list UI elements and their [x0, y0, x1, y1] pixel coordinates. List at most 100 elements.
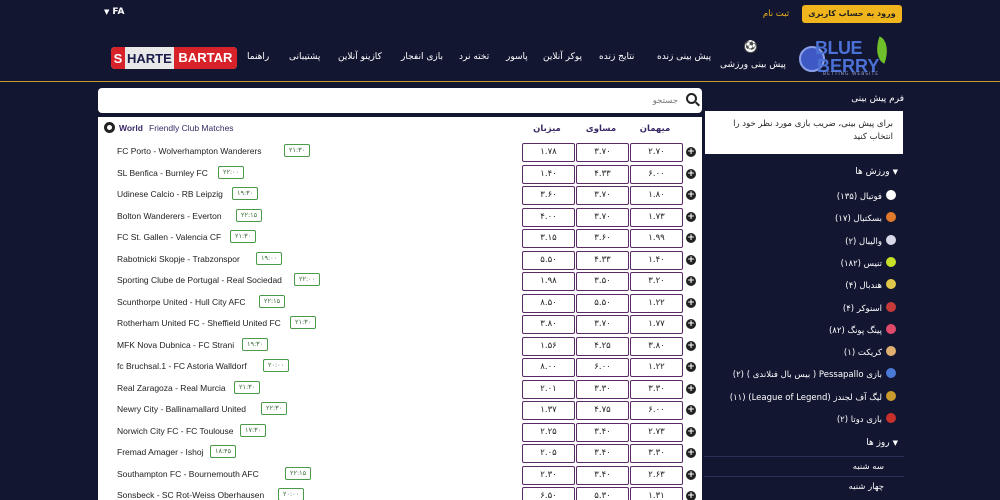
more-odds-icon[interactable]: + — [686, 362, 696, 372]
odds-home-button[interactable]: ۱.۸۰ — [630, 186, 683, 205]
sharte-bartar-logo[interactable]: S HARTE BARTAR — [111, 47, 237, 69]
odds-away-button[interactable]: ۵.۵۰ — [522, 250, 575, 270]
match-teams[interactable]: Rabotnicki Skopje - Trabzonspor — [117, 254, 240, 264]
odds-draw-button[interactable]: ۳.۷۰ — [576, 315, 629, 334]
sport-item[interactable]: فوتبال (۱۳۵) — [837, 190, 896, 202]
more-odds-icon[interactable]: + — [686, 254, 696, 265]
odds-draw-button[interactable]: ۴.۳۳ — [576, 164, 629, 184]
odds-home-button[interactable]: ۱.۲۲ — [630, 358, 683, 377]
odds-away-button[interactable]: ۸.۵۰ — [522, 293, 575, 313]
odds-away-button[interactable]: ۳.۱۵ — [522, 229, 575, 248]
odds-draw-button[interactable]: ۳.۷۰ — [576, 207, 629, 227]
odds-home-button[interactable]: ۶.۰۰ — [630, 401, 683, 420]
match-teams[interactable]: Sporting Clube de Portugal - Real Socied… — [117, 275, 282, 285]
odds-home-button[interactable]: ۳.۲۰ — [630, 272, 683, 291]
odds-draw-button[interactable]: ۳.۷۰ — [576, 143, 629, 162]
nav-item[interactable]: نتایج زنده — [599, 52, 634, 62]
odds-away-button[interactable]: ۱.۳۷ — [522, 401, 575, 420]
odds-away-button[interactable]: ۲.۰۵ — [522, 444, 575, 463]
match-teams[interactable]: SL Benfica - Burnley FC — [117, 168, 208, 178]
language-selector[interactable]: ▼ FA — [104, 7, 124, 17]
match-teams[interactable]: Sonsbeck - SC Rot-Weiss Oberhausen — [117, 490, 264, 500]
more-odds-icon[interactable]: + — [686, 383, 696, 394]
odds-draw-button[interactable]: ۳.۴۰ — [576, 465, 629, 485]
day-item[interactable]: سه شنبه — [853, 462, 884, 472]
match-teams[interactable]: FC Porto - Wolverhampton Wanderers — [117, 146, 262, 156]
match-teams[interactable]: FC St. Gallen - Valencia CF — [117, 232, 221, 242]
nav-item[interactable]: راهنما — [247, 52, 269, 62]
login-button[interactable]: ورود به حساب کاربری — [802, 5, 902, 23]
sport-item[interactable]: هندبال (۴) — [845, 279, 896, 291]
odds-home-button[interactable]: ۱.۹۹ — [630, 229, 683, 248]
odds-draw-button[interactable]: ۳.۵۰ — [576, 272, 629, 291]
odds-home-button[interactable]: ۱.۷۳ — [630, 207, 683, 227]
odds-home-button[interactable]: ۱.۴۰ — [630, 250, 683, 270]
search-input[interactable] — [118, 91, 678, 110]
sports-heading[interactable]: ▼ورزش ها — [855, 167, 898, 177]
odds-home-button[interactable]: ۳.۸۰ — [630, 336, 683, 356]
odds-draw-button[interactable]: ۳.۶۰ — [576, 229, 629, 248]
sport-item[interactable]: تنیس (۱۸۲) — [841, 256, 896, 269]
match-teams[interactable]: Southampton FC - Bournemouth AFC — [117, 469, 259, 479]
sport-item[interactable]: بازی دوتا (۲) — [837, 413, 896, 425]
odds-draw-button[interactable]: ۴.۷۵ — [576, 401, 629, 420]
odds-home-button[interactable]: ۱.۳۱ — [630, 487, 683, 500]
odds-home-button[interactable]: ۱.۷۷ — [630, 315, 683, 334]
odds-away-button[interactable]: ۱.۷۸ — [522, 143, 575, 162]
more-odds-icon[interactable]: + — [686, 448, 696, 458]
sport-item[interactable]: کریکت (۱) — [844, 346, 896, 358]
odds-draw-button[interactable]: ۶.۰۰ — [576, 358, 629, 377]
more-odds-icon[interactable]: + — [686, 426, 696, 437]
more-odds-icon[interactable]: + — [686, 319, 696, 329]
nav-item[interactable]: پوکر آنلاین — [543, 52, 582, 62]
match-teams[interactable]: Fremad Amager - Ishoj — [117, 447, 203, 457]
odds-home-button[interactable]: ۳.۳۰ — [630, 379, 683, 399]
odds-draw-button[interactable]: ۳.۴۰ — [576, 444, 629, 463]
register-button[interactable]: ثبت نام — [756, 5, 796, 23]
odds-away-button[interactable]: ۳.۶۰ — [522, 186, 575, 205]
match-teams[interactable]: Udinese Calcio - RB Leipzig — [117, 189, 223, 199]
nav-item[interactable]: کازینو آنلاین — [338, 52, 382, 62]
odds-draw-button[interactable]: ۴.۳۳ — [576, 250, 629, 270]
odds-draw-button[interactable]: ۴.۲۵ — [576, 336, 629, 356]
odds-home-button[interactable]: ۳.۳۰ — [630, 444, 683, 463]
day-item[interactable]: چهار شنبه — [849, 482, 884, 492]
more-odds-icon[interactable]: + — [686, 340, 696, 351]
sport-item[interactable]: بازی Pessapallo ( بیس بال فنلاندی ) (۲) — [733, 368, 896, 380]
sport-item[interactable]: بسکتبال (۱۷) — [835, 212, 896, 224]
odds-away-button[interactable]: ۲.۲۵ — [522, 422, 575, 442]
more-odds-icon[interactable]: + — [686, 190, 696, 200]
more-odds-icon[interactable]: + — [686, 297, 696, 308]
more-odds-icon[interactable]: + — [686, 147, 696, 157]
nav-item[interactable]: تخته نرد — [459, 52, 489, 62]
odds-home-button[interactable]: ۲.۷۳ — [630, 422, 683, 442]
days-heading[interactable]: ▼روز ها — [866, 438, 898, 448]
odds-away-button[interactable]: ۶.۵۰ — [522, 487, 575, 500]
match-teams[interactable]: Norwich City FC - FC Toulouse — [117, 426, 234, 436]
odds-draw-button[interactable]: ۳.۳۰ — [576, 379, 629, 399]
nav-item[interactable]: پاسور — [506, 52, 528, 62]
odds-away-button[interactable]: ۲.۰۱ — [522, 379, 575, 399]
odds-away-button[interactable]: ۴.۰۰ — [522, 207, 575, 227]
odds-draw-button[interactable]: ۵.۵۰ — [576, 293, 629, 313]
nav-sports-betting[interactable]: پیش بینی ورزشی — [720, 60, 786, 70]
sport-item[interactable]: اسنوکر (۴) — [843, 301, 896, 314]
odds-away-button[interactable]: ۱.۵۶ — [522, 336, 575, 356]
match-teams[interactable]: Newry City - Ballinamallard United — [117, 404, 246, 414]
blueberry-logo[interactable]: BLUE BERRY BETTING WEBSITE — [797, 36, 897, 78]
odds-home-button[interactable]: ۶.۰۰ — [630, 164, 683, 184]
nav-item[interactable]: بازی انفجار — [401, 52, 443, 62]
nav-item[interactable]: پیش بینی زنده — [657, 52, 711, 62]
match-teams[interactable]: fc Bruchsal.1 - FC Astoria Walldorf — [117, 361, 247, 371]
more-odds-icon[interactable]: + — [686, 491, 696, 500]
more-odds-icon[interactable]: + — [686, 276, 696, 286]
odds-away-button[interactable]: ۱.۹۸ — [522, 272, 575, 291]
search-icon[interactable] — [686, 93, 697, 104]
odds-away-button[interactable]: ۱.۴۰ — [522, 164, 575, 184]
sport-item[interactable]: پینگ پونگ (۸۲) — [829, 323, 896, 336]
more-odds-icon[interactable]: + — [686, 405, 696, 415]
odds-away-button[interactable]: ۳.۸۰ — [522, 315, 575, 334]
match-teams[interactable]: Scunthorpe United - Hull City AFC — [117, 297, 246, 307]
more-odds-icon[interactable]: + — [686, 233, 696, 243]
odds-away-button[interactable]: ۸.۰۰ — [522, 358, 575, 377]
